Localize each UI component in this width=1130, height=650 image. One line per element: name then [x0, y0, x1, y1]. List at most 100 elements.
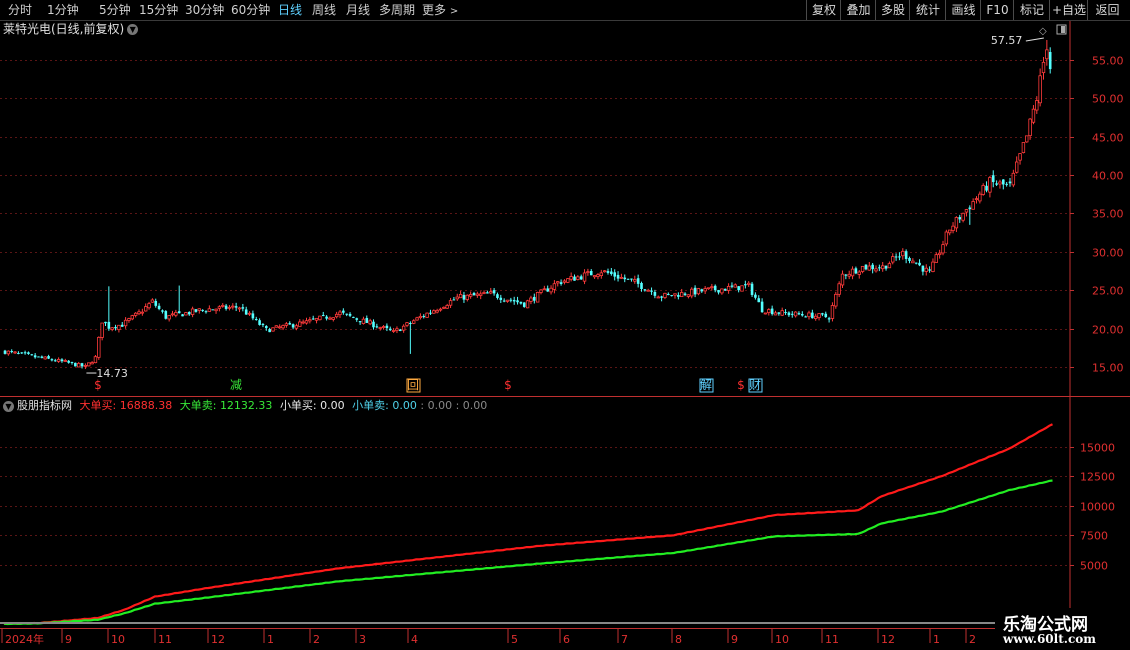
candle-body — [542, 288, 547, 291]
price-tick-label: 35.00 — [1092, 208, 1124, 221]
candle-body — [93, 356, 98, 364]
candle-body — [667, 294, 670, 296]
candle-body — [268, 329, 271, 333]
candle-body — [626, 278, 630, 280]
candle-body — [1035, 100, 1039, 111]
candle-body — [1018, 153, 1022, 161]
candle-body — [596, 274, 600, 277]
candle-body — [516, 300, 519, 303]
indicator-name: 股朋指标网 — [17, 399, 72, 412]
time-tick-label: 10 — [111, 633, 125, 646]
candle-body — [821, 313, 824, 315]
candle-body — [311, 318, 315, 320]
candle-body — [33, 355, 37, 358]
time-tick-label: 2 — [969, 633, 976, 646]
candle-body — [908, 258, 911, 261]
candle-body — [294, 325, 299, 329]
candle-body — [331, 317, 335, 320]
indicator-tick-label: 15000 — [1080, 442, 1115, 455]
high-price-arrow — [1025, 37, 1044, 42]
indicator-tick-label: 7500 — [1080, 530, 1108, 543]
candle-body — [941, 244, 945, 254]
candle-body — [47, 356, 50, 359]
candle-body — [492, 290, 496, 294]
price-grid — [0, 60, 1070, 368]
candle-body — [677, 295, 680, 297]
candle-body — [378, 327, 382, 329]
candle-body — [824, 313, 828, 318]
candle-body — [505, 299, 510, 302]
candle-body — [181, 314, 184, 317]
time-tick-label: 7 — [621, 633, 628, 646]
candle-body — [981, 185, 985, 195]
candle-body — [623, 277, 627, 280]
candle-body — [375, 326, 379, 328]
candle-body — [958, 217, 962, 220]
candle-body — [107, 321, 111, 329]
candle-body — [422, 316, 426, 318]
candle-body — [150, 299, 155, 303]
candle-body — [690, 288, 694, 297]
candle-body — [475, 293, 480, 296]
price-tick-label: 30.00 — [1092, 247, 1124, 260]
candle-body — [696, 288, 701, 295]
candle-body — [971, 201, 975, 210]
candle-body — [556, 281, 560, 284]
candle-body — [911, 260, 915, 264]
candle-body — [754, 294, 757, 298]
candle-body — [1002, 179, 1005, 185]
candle-body — [348, 313, 352, 316]
candle-body — [184, 312, 188, 316]
chevron-down-icon[interactable]: ▼ — [127, 24, 139, 35]
candle-body — [308, 319, 312, 322]
time-tick-label: 9 — [731, 633, 738, 646]
candle-body — [197, 308, 201, 311]
candle-body — [37, 356, 40, 358]
candle-body — [700, 289, 704, 292]
candle-body — [646, 289, 650, 292]
candle-body — [733, 284, 737, 288]
candle-body — [143, 306, 148, 312]
small-buy-label: 小单买: — [279, 399, 317, 412]
candle-body — [954, 217, 959, 229]
candle-body — [884, 265, 888, 269]
candle-body — [569, 276, 573, 280]
candle-body — [1011, 172, 1016, 186]
event-marker: 解 — [700, 378, 712, 392]
candle-body — [533, 296, 536, 301]
candle-body — [807, 312, 811, 318]
candle-body — [750, 283, 754, 295]
candle-body — [157, 305, 161, 309]
big-buy-label: 大单买: — [79, 399, 117, 412]
candle-body — [673, 293, 677, 296]
candle-body — [291, 324, 295, 328]
candle-body — [706, 287, 711, 290]
candle-body — [643, 289, 647, 291]
candle-body — [710, 286, 714, 289]
candle-body — [438, 308, 443, 311]
candle-body — [780, 310, 784, 316]
candle-body — [559, 282, 563, 284]
time-axis: 2024年 9 10 11 12 1 2 3 4 5 6 7 8 9 10 11 12 1 2 — [1, 629, 976, 646]
indicator-line-big-buy — [3, 423, 1053, 625]
candle-body — [539, 289, 543, 293]
small-sell-label: 小单卖: — [352, 399, 389, 412]
chevron-down-icon[interactable]: ▼ — [3, 400, 14, 412]
candle-body — [429, 312, 432, 314]
candle-body — [613, 272, 616, 277]
candle-body — [164, 311, 168, 319]
candle-body — [686, 294, 691, 297]
candle-body — [261, 324, 265, 326]
candle-body — [201, 309, 204, 311]
candle-body — [901, 250, 905, 257]
candle-body — [167, 315, 171, 320]
candle-body — [763, 312, 768, 315]
candle-body — [482, 292, 486, 294]
candle-body — [6, 350, 11, 355]
candle-body — [834, 293, 838, 307]
indicator-axis: 5000 7500 10000 12500 15000 — [1070, 442, 1115, 573]
candle-body — [773, 312, 778, 316]
candle-body — [830, 305, 835, 319]
candle-body — [241, 307, 245, 309]
candle-body — [650, 290, 653, 292]
